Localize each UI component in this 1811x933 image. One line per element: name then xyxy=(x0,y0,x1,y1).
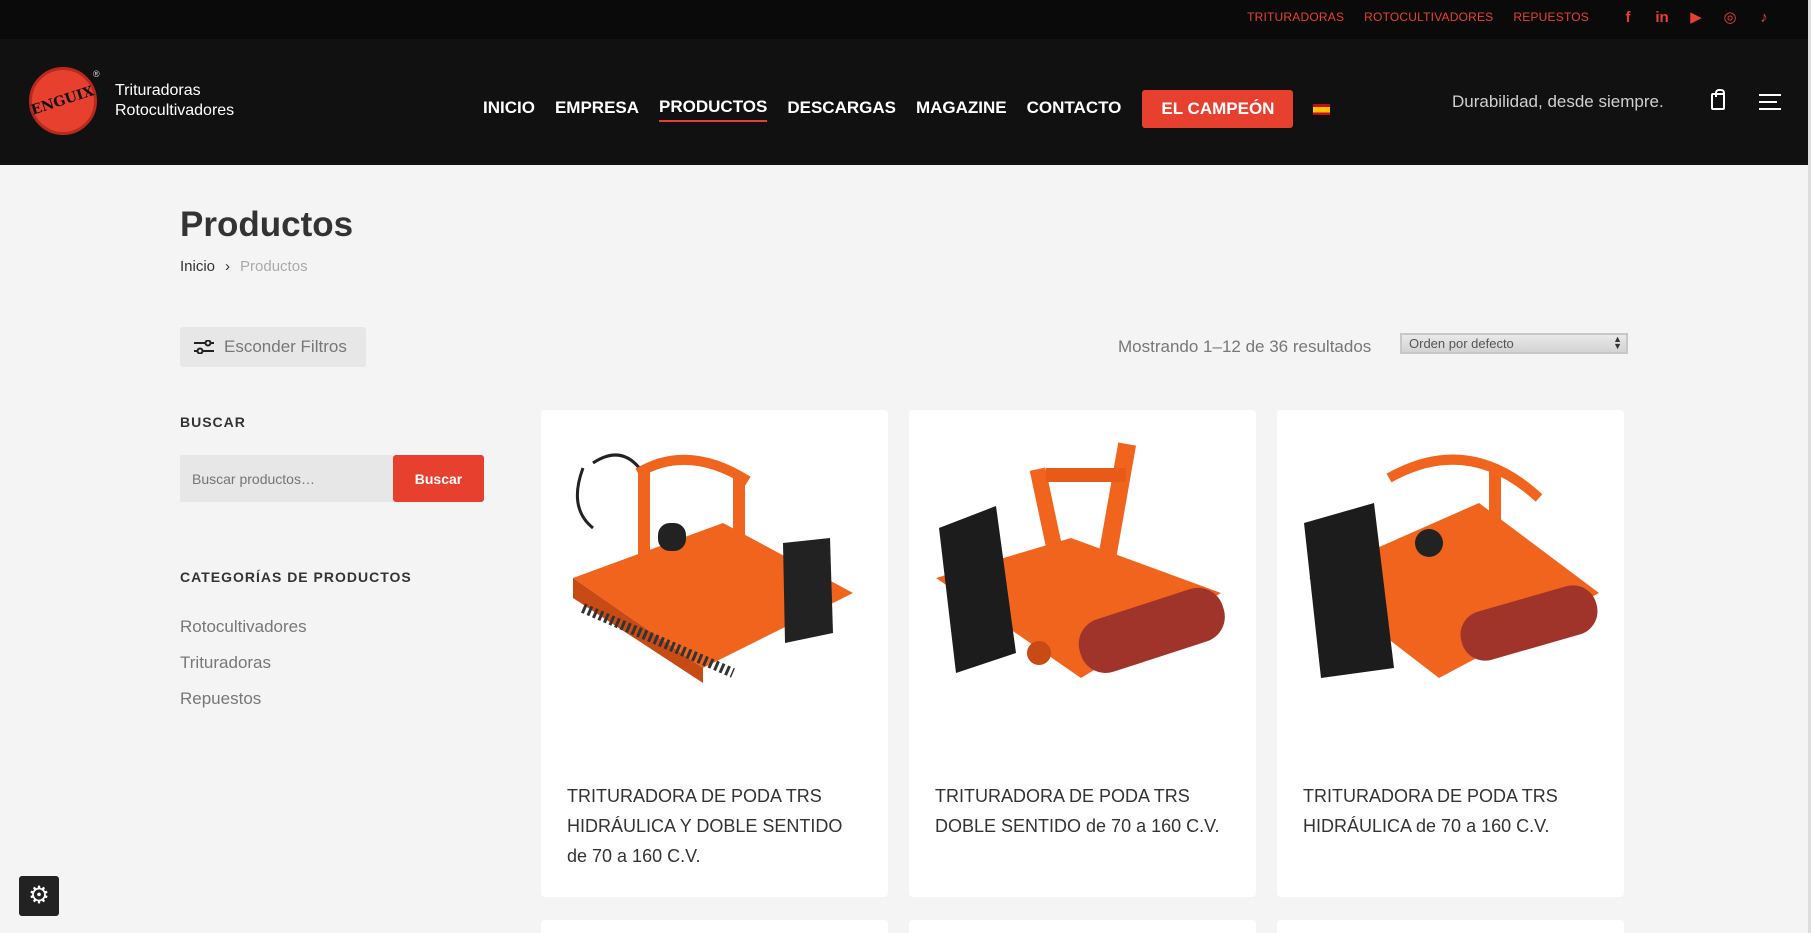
category-trituradoras[interactable]: Trituradoras xyxy=(180,653,307,689)
linkedin-icon[interactable]: in xyxy=(1653,9,1671,26)
product-image[interactable] xyxy=(1289,428,1612,708)
social-links: f in ▶ ◎ ♪ xyxy=(1619,8,1773,27)
product-card[interactable]: TRITURADORA DE PODA TRS HIDRÁULICA Y DOB… xyxy=(541,410,888,897)
product-image[interactable] xyxy=(921,428,1244,708)
categories-heading: CATEGORÍAS DE PRODUCTOS xyxy=(180,569,412,585)
search-input[interactable] xyxy=(180,455,393,502)
nav-empresa[interactable]: EMPRESA xyxy=(555,98,639,121)
breadcrumb-home[interactable]: Inicio xyxy=(180,258,215,275)
brand-text[interactable]: Trituradoras Rotocultivadores xyxy=(115,81,234,121)
toggle-filters-button[interactable]: Esconder Filtros xyxy=(180,327,366,367)
breadcrumb-current: Productos xyxy=(240,258,308,275)
el-campeon-button[interactable]: EL CAMPEÓN xyxy=(1142,90,1294,128)
category-list: Rotocultivadores Trituradoras Repuestos xyxy=(180,617,307,725)
top-link-trituradoras[interactable]: TRITURADORAS xyxy=(1247,10,1344,24)
product-card[interactable]: TRITURADORA DE PODA TRS DOBLE SENTIDO de… xyxy=(909,410,1256,897)
registered-mark: ® xyxy=(93,69,100,79)
orderby-selected: Orden por defecto xyxy=(1409,336,1514,351)
facebook-icon[interactable]: f xyxy=(1619,9,1637,26)
select-arrows-icon: ▲ ▼ xyxy=(1613,334,1622,351)
tagline: Durabilidad, desde siempre. xyxy=(1452,92,1664,111)
sliders-icon xyxy=(194,340,214,354)
top-bar: TRITURADORAS ROTOCULTIVADORES REPUESTOS … xyxy=(0,0,1811,39)
product-card[interactable]: TRITURADORA DE PODA TRS HIDRÁULICA de 70… xyxy=(1277,410,1624,897)
main-nav: INICIO EMPRESA PRODUCTOS DESCARGAS MAGAZ… xyxy=(483,90,1331,128)
top-link-rotocultivadores[interactable]: ROTOCULTIVADORES xyxy=(1364,10,1493,24)
nav-inicio[interactable]: INICIO xyxy=(483,98,535,121)
instagram-icon[interactable]: ◎ xyxy=(1721,8,1739,26)
brand-line-1: Trituradoras xyxy=(115,82,201,99)
product-title[interactable]: TRITURADORA DE PODA TRS HIDRÁULICA Y DOB… xyxy=(567,781,867,871)
search-heading: BUSCAR xyxy=(180,414,246,430)
product-image[interactable] xyxy=(553,428,876,708)
category-rotocultivadores[interactable]: Rotocultivadores xyxy=(180,617,307,653)
logo-text: ENGUIX xyxy=(29,83,97,119)
youtube-icon[interactable]: ▶ xyxy=(1687,8,1705,26)
brand-logo[interactable]: ENGUIX xyxy=(29,67,97,135)
breadcrumb: Inicio › Productos xyxy=(180,258,308,275)
tiktok-icon[interactable]: ♪ xyxy=(1755,9,1773,26)
nav-magazine[interactable]: MAGAZINE xyxy=(916,98,1007,121)
spain-flag-icon[interactable] xyxy=(1313,103,1331,115)
brand-line-2: Rotocultivadores xyxy=(115,102,235,119)
nav-descargas[interactable]: DESCARGAS xyxy=(787,98,896,121)
breadcrumb-separator: › xyxy=(225,258,231,275)
search-button[interactable]: Buscar xyxy=(393,455,484,502)
product-title[interactable]: TRITURADORA DE PODA TRS HIDRÁULICA de 70… xyxy=(1303,781,1603,841)
top-link-repuestos[interactable]: REPUESTOS xyxy=(1513,10,1589,24)
shopping-bag-icon[interactable] xyxy=(1711,89,1725,110)
product-title[interactable]: TRITURADORA DE PODA TRS DOBLE SENTIDO de… xyxy=(935,781,1235,841)
nav-contacto[interactable]: CONTACTO xyxy=(1027,98,1122,121)
orderby-select[interactable]: Orden por defecto ▲ ▼ xyxy=(1400,333,1628,354)
product-card-partial[interactable] xyxy=(541,920,888,933)
product-card-partial[interactable] xyxy=(909,920,1256,933)
result-count: Mostrando 1–12 de 36 resultados xyxy=(1118,337,1372,356)
nav-productos[interactable]: PRODUCTOS xyxy=(659,97,768,122)
toggle-filters-label: Esconder Filtros xyxy=(224,337,347,356)
settings-button[interactable]: ⚙ xyxy=(19,876,59,916)
main-header: ENGUIX ® Trituradoras Rotocultivadores I… xyxy=(0,39,1811,165)
gear-icon: ⚙ xyxy=(28,882,50,909)
page-title: Productos xyxy=(180,205,354,244)
category-repuestos[interactable]: Repuestos xyxy=(180,689,307,725)
top-links: TRITURADORAS ROTOCULTIVADORES REPUESTOS xyxy=(1247,10,1589,24)
hamburger-menu-icon[interactable] xyxy=(1759,94,1781,110)
product-card-partial[interactable] xyxy=(1277,920,1624,933)
